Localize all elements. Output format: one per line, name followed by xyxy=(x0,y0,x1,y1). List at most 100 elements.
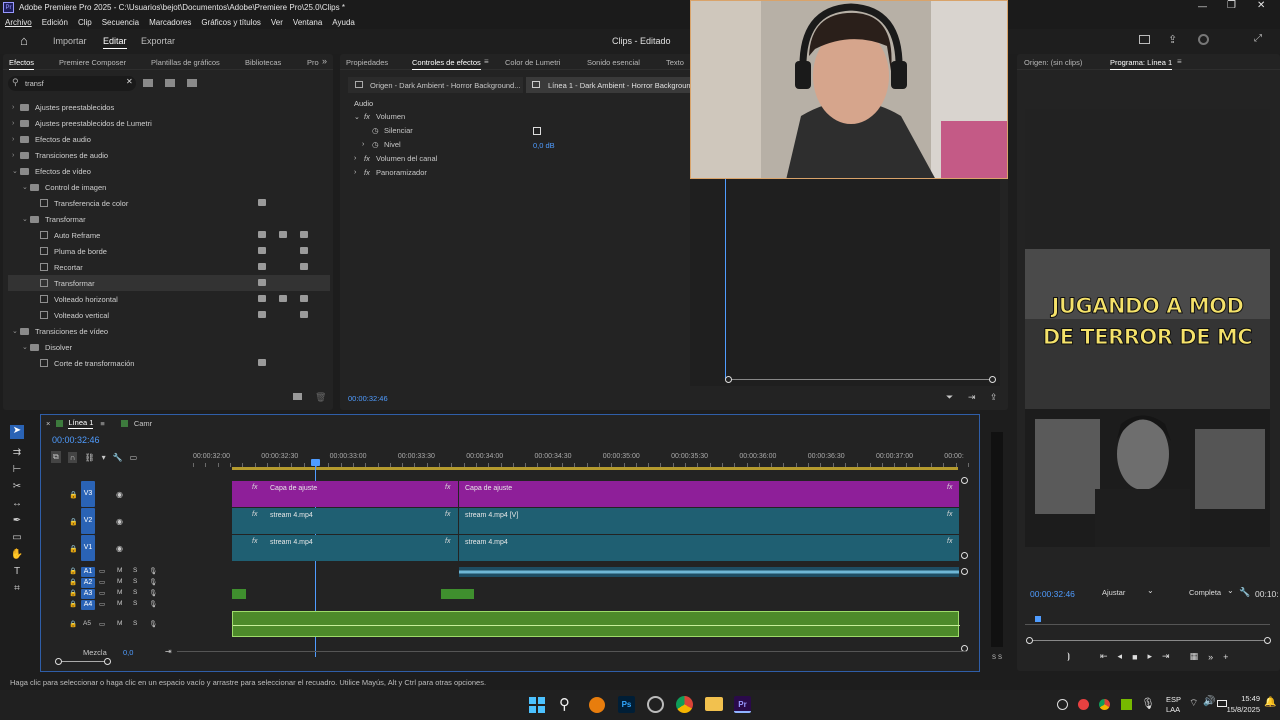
mute-checkbox[interactable] xyxy=(533,127,541,135)
ec-zoom-bar[interactable] xyxy=(729,379,993,380)
vscroll-handle-top[interactable] xyxy=(961,477,968,484)
chevron-down-icon[interactable]: ⌄ xyxy=(12,327,20,335)
share-icon[interactable]: ⇪ xyxy=(990,392,998,403)
notification-icon[interactable]: 🔔 xyxy=(1264,697,1276,708)
track-a5-label[interactable]: A5 xyxy=(83,620,91,627)
voice-over-icon[interactable]: ▭ xyxy=(99,620,105,628)
eye-icon[interactable]: ◉ xyxy=(116,490,123,499)
a3-audio-clip-b[interactable] xyxy=(441,589,474,599)
track-v2-label[interactable]: V2 xyxy=(81,508,95,534)
fullscreen-icon[interactable]: ⤢ xyxy=(1254,33,1262,44)
expand-right-icon[interactable]: › xyxy=(362,141,372,148)
start-windows-icon[interactable] xyxy=(529,697,545,713)
a5-music-clip[interactable] xyxy=(232,611,960,637)
monitor-zoom-handle-right[interactable] xyxy=(1264,637,1271,644)
more-controls-icon[interactable]: » xyxy=(1208,652,1213,662)
tree-effect[interactable]: Transformar xyxy=(8,275,330,291)
tab-efectos[interactable]: Efectos xyxy=(9,58,35,70)
tab-plantillas[interactable]: Plantillas de gráficos xyxy=(151,58,220,67)
tray-chrome-icon[interactable] xyxy=(1099,699,1110,710)
voice-over-icon[interactable]: ▭ xyxy=(99,600,105,608)
ec-timecode[interactable]: 00:00:32:46 xyxy=(348,394,388,403)
meter-solo-right[interactable]: S xyxy=(998,655,1002,661)
step-back-icon[interactable]: ◂ xyxy=(1118,651,1123,662)
track-v3-label[interactable]: V3 xyxy=(81,481,95,507)
multicam-icon[interactable]: ▦ xyxy=(1190,651,1199,662)
mute-m[interactable]: M xyxy=(117,567,122,574)
pen-tool-icon[interactable]: ✒ xyxy=(10,515,24,529)
timeline-timecode[interactable]: 00:00:32:46 xyxy=(52,435,100,445)
lock-icon[interactable]: 🔒 xyxy=(69,491,78,499)
hand-tool-icon[interactable]: ✋ xyxy=(10,549,24,563)
hscroll-handle-right[interactable] xyxy=(104,658,111,665)
mix-value[interactable]: 0,0 xyxy=(123,648,133,657)
hscroll-handle-left[interactable] xyxy=(55,658,62,665)
meter-solo-left[interactable]: S xyxy=(992,655,996,661)
source-clip-tab[interactable]: Origen - Dark Ambient - Horror Backgroun… xyxy=(348,77,523,93)
volume-rubber-band[interactable] xyxy=(233,625,960,626)
chevron-right-icon[interactable]: › xyxy=(12,152,20,159)
volume-row[interactable]: ⌄ fx Volumen xyxy=(354,112,405,121)
lock-icon[interactable]: 🔒 xyxy=(69,568,77,575)
lock-icon[interactable]: 🔒 xyxy=(69,590,77,597)
selection-tool-icon[interactable]: ➤ xyxy=(10,425,24,439)
nest-toggle-icon[interactable]: ⧉ xyxy=(51,451,61,463)
stopwatch-icon[interactable]: ◷ xyxy=(372,140,384,149)
minimize-button[interactable]: — xyxy=(1198,1,1207,11)
track-a2-label[interactable]: A2 xyxy=(81,578,95,588)
timeline-hscroll[interactable] xyxy=(59,661,107,662)
language-top[interactable]: ESP xyxy=(1166,695,1181,704)
vscroll-handle-mid[interactable] xyxy=(961,552,968,559)
step-forward-icon[interactable]: ▸ xyxy=(1148,651,1153,662)
tree-folder[interactable]: ⌄ Transiciones de vídeo xyxy=(8,323,330,339)
close-window-button[interactable]: ✕ xyxy=(1257,0,1265,11)
v2-clip-a[interactable]: fx stream 4.mp4 fx xyxy=(232,508,458,534)
delete-icon[interactable]: 🗑 xyxy=(315,392,326,403)
mic-icon[interactable]: 🎙 xyxy=(149,589,157,597)
chevron-down-icon[interactable]: ⌄ xyxy=(22,183,30,191)
tab-menu-icon[interactable]: ≡ xyxy=(484,57,489,66)
tab-programa[interactable]: Programa: Línea 1 xyxy=(1110,58,1173,70)
voice-over-icon[interactable]: ▭ xyxy=(99,567,105,575)
vscroll-handle-a[interactable] xyxy=(961,568,968,575)
yuv-effects-icon[interactable] xyxy=(187,79,197,87)
program-timecode[interactable]: 00:00:32:46 xyxy=(1030,589,1075,599)
chevron-down-icon[interactable]: ⌄ xyxy=(22,215,30,223)
settings-wrench-icon[interactable]: 🔧 xyxy=(113,453,123,462)
tab-lumetri[interactable]: Color de Lumetri xyxy=(505,58,560,67)
tree-effect[interactable]: Volteado horizontal xyxy=(8,291,330,307)
track-a1-label[interactable]: A1 xyxy=(81,567,95,577)
tree-folder[interactable]: ⌄ Control de imagen xyxy=(8,179,330,195)
razor-tool-icon[interactable]: ✂ xyxy=(10,481,24,495)
stopwatch-icon[interactable]: ◷ xyxy=(372,126,384,135)
tab-origen[interactable]: Origen: (sin clips) xyxy=(1024,58,1082,67)
chevron-down-icon[interactable]: ⌄ xyxy=(22,343,30,351)
mute-m[interactable]: M xyxy=(117,578,122,585)
export-audio-icon[interactable]: ⇥ xyxy=(968,392,976,403)
more-tabs-icon[interactable]: » xyxy=(322,56,327,66)
lock-icon[interactable]: 🔒 xyxy=(69,518,78,526)
tree-folder[interactable]: ⌄ Efectos de vídeo xyxy=(8,163,330,179)
tab-editar[interactable]: Editar xyxy=(103,36,127,49)
chevron-down-icon[interactable]: ⌄ xyxy=(12,167,20,175)
v3-clip-b[interactable]: Capa de ajuste fx xyxy=(459,481,959,507)
stop-icon[interactable]: ■ xyxy=(1132,652,1137,662)
tree-effect[interactable]: Volteado vertical xyxy=(8,307,330,323)
chevron-right-icon[interactable]: › xyxy=(12,104,20,111)
wifi-icon[interactable]: ⌔ xyxy=(1189,697,1198,710)
monitor-scrub-bar[interactable] xyxy=(1025,619,1270,625)
mic-icon[interactable]: 🎙 xyxy=(149,578,157,586)
effects-search-input[interactable] xyxy=(25,78,120,89)
ripple-edit-tool-icon[interactable]: ⊢ xyxy=(10,464,24,478)
monitor-playhead[interactable] xyxy=(1035,616,1041,622)
captions-icon[interactable]: ▭ xyxy=(130,453,138,462)
clear-search-icon[interactable]: ✕ xyxy=(126,77,133,86)
caption-tool-icon[interactable]: ⌗ xyxy=(10,583,24,597)
accelerated-effects-icon[interactable] xyxy=(143,79,153,87)
type-tool-icon[interactable]: T xyxy=(10,566,24,580)
home-icon[interactable]: ⌂ xyxy=(20,33,28,48)
eye-icon[interactable]: ◉ xyxy=(116,544,123,553)
wrench-icon[interactable]: 🔧 xyxy=(1239,587,1250,598)
tree-effect[interactable]: Auto Reframe xyxy=(8,227,330,243)
menu-secuencia[interactable]: Secuencia xyxy=(102,18,139,27)
